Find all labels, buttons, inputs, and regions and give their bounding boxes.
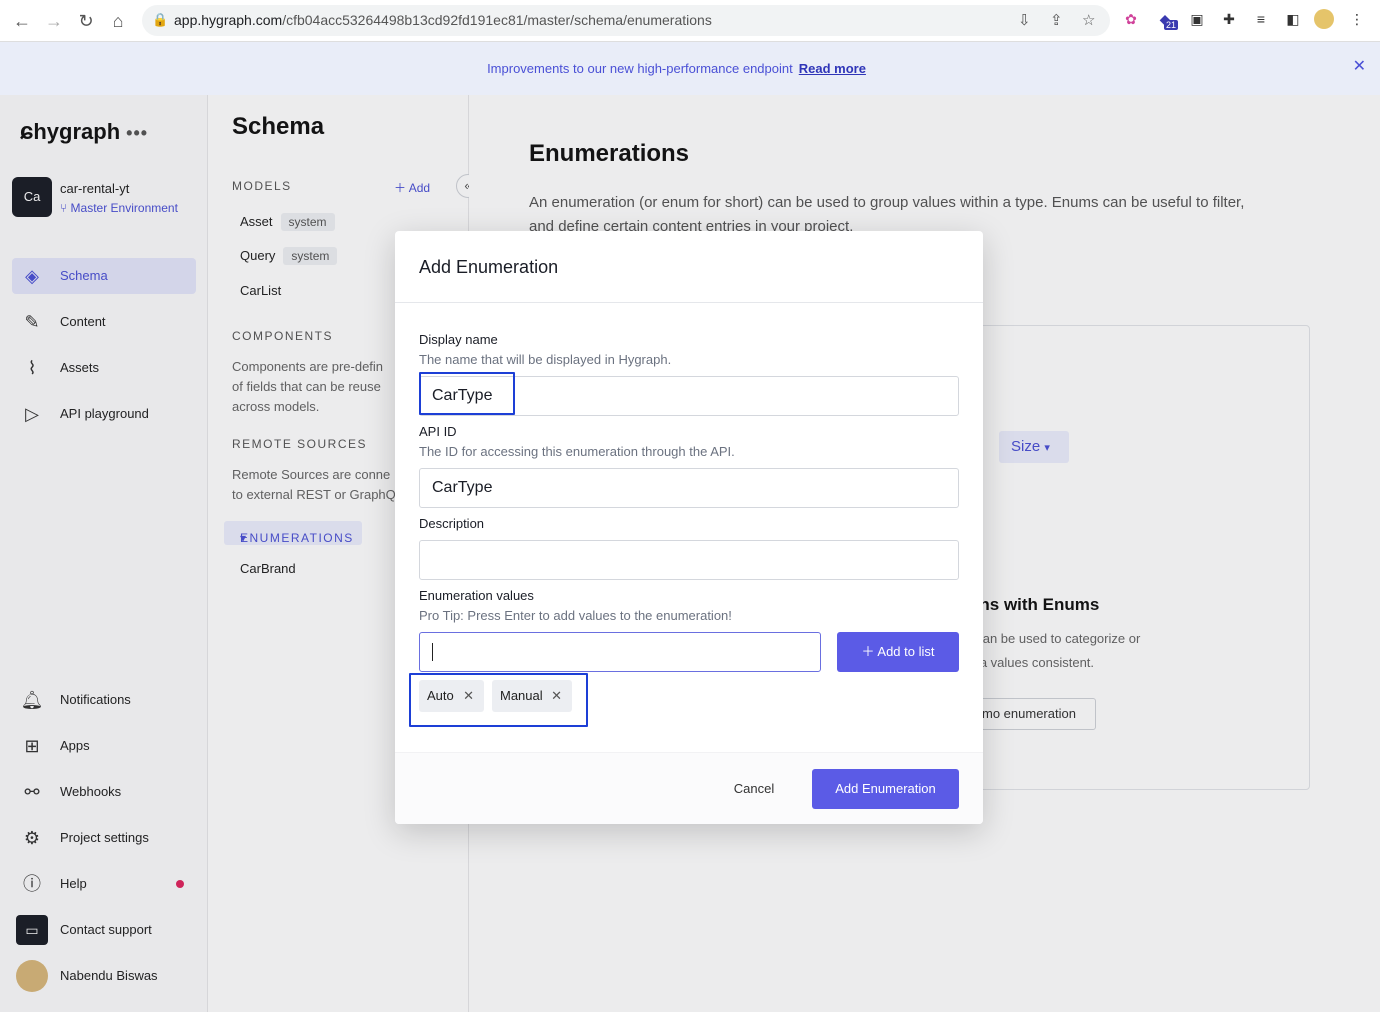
add-to-list-button[interactable]: ＋ Add to list (837, 632, 959, 672)
text-caret (432, 642, 433, 661)
description-label: Description (419, 516, 485, 531)
bookmark-star-icon[interactable]: ☆ (1082, 11, 1095, 29)
menu-kebab-icon[interactable]: ⋮ (1348, 10, 1366, 28)
profile-avatar[interactable] (1314, 9, 1334, 29)
browser-toolbar: ← → ↻ ⌂ 🔒 app.hygraph.com/cfb04acc532644… (0, 0, 1380, 42)
banner-text: Improvements to our new high-performance… (487, 61, 866, 76)
enum-value-chip-manual: Manual ✕ (492, 680, 572, 712)
extension-badge-count: 21 (1164, 20, 1179, 30)
remove-chip-icon[interactable]: ✕ (463, 680, 474, 712)
description-input[interactable] (419, 540, 959, 580)
enumeration-values-label: Enumeration values (419, 588, 534, 603)
color-extension-icon[interactable]: ✿ (1122, 10, 1140, 28)
side-panel-icon[interactable]: ◧ (1284, 10, 1302, 28)
modal-header: Add Enumeration (395, 231, 983, 303)
plus-icon: ＋ (861, 644, 878, 659)
cancel-button[interactable]: Cancel (721, 769, 787, 809)
media-icon[interactable]: ≡ (1252, 10, 1270, 28)
api-id-input[interactable]: CarType (419, 468, 959, 508)
forward-icon[interactable]: → (42, 9, 66, 33)
announcement-banner: Improvements to our new high-performance… (0, 42, 1380, 95)
remove-chip-icon[interactable]: ✕ (551, 680, 562, 712)
puzzle-icon[interactable]: ✚ (1220, 10, 1238, 28)
display-name-help: The name that will be displayed in Hygra… (419, 352, 672, 367)
api-id-label: API ID (419, 424, 457, 439)
lock-icon: 🔒 (152, 12, 169, 27)
enumeration-value-input[interactable] (419, 632, 821, 672)
enum-value-chip-auto: Auto ✕ (419, 680, 484, 712)
modal-footer: Cancel Add Enumeration (395, 752, 983, 824)
api-id-help: The ID for accessing this enumeration th… (419, 444, 735, 459)
home-icon[interactable]: ⌂ (106, 9, 130, 33)
close-icon[interactable]: ✕ (1353, 56, 1366, 76)
add-enumeration-modal: Add Enumeration Display name The name th… (395, 231, 983, 824)
add-enumeration-button[interactable]: Add Enumeration (812, 769, 959, 809)
install-icon[interactable]: ⇩ (1018, 11, 1031, 29)
extension-badge-icon[interactable]: ◆ 21 (1156, 10, 1179, 30)
enumeration-values-help: Pro Tip: Press Enter to add values to th… (419, 608, 732, 623)
back-icon[interactable]: ← (10, 9, 34, 33)
modal-title: Add Enumeration (419, 257, 559, 277)
reload-icon[interactable]: ↻ (74, 9, 98, 33)
screen-extension-icon[interactable]: ▣ (1188, 10, 1206, 28)
address-bar[interactable]: 🔒 app.hygraph.com/cfb04acc53264498b13cd9… (142, 5, 1110, 36)
url-text: app.hygraph.com/cfb04acc53264498b13cd92f… (174, 12, 712, 28)
display-name-input[interactable]: CarType (419, 376, 959, 416)
display-name-label: Display name (419, 332, 498, 347)
read-more-link[interactable]: Read more (799, 61, 866, 76)
share-icon[interactable]: ⇪ (1050, 11, 1063, 29)
